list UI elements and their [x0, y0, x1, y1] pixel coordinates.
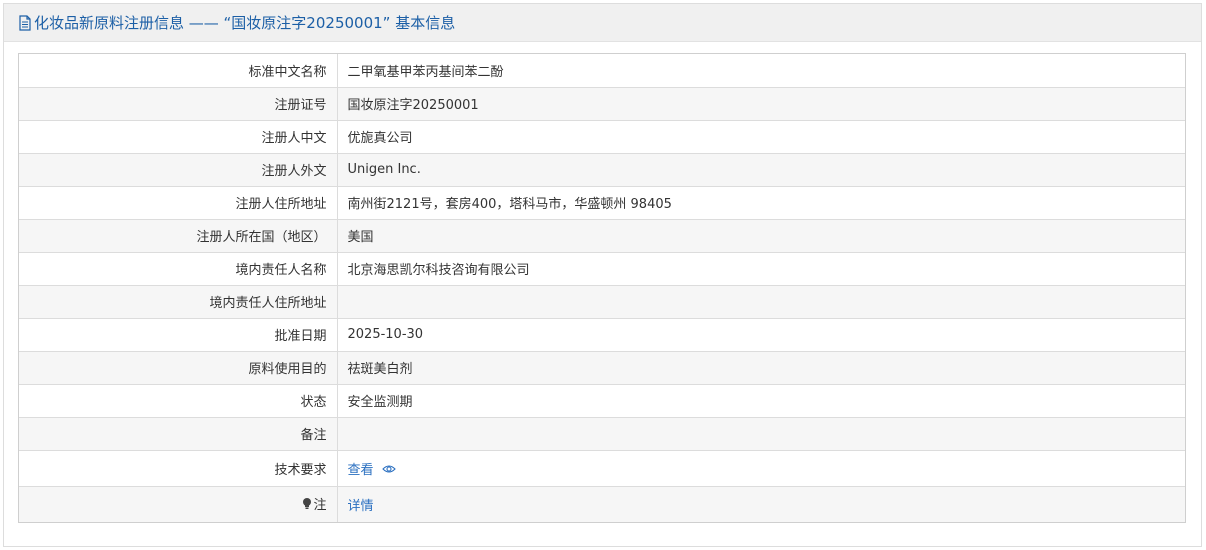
row-value: 查看 — [337, 450, 1185, 487]
lightbulb-icon — [302, 497, 312, 514]
row-value: 北京海思凯尔科技咨询有限公司 — [337, 252, 1185, 286]
table-row: 境内责任人住所地址 — [19, 285, 1185, 319]
row-value: 安全监测期 — [337, 384, 1185, 418]
view-link-label: 查看 — [347, 462, 374, 478]
table-row-note: 注 详情 — [19, 486, 1185, 522]
row-label: 注 — [19, 486, 338, 522]
table-row: 注册人外文 Unigen Inc. — [19, 153, 1185, 187]
details-link[interactable]: 详情 — [348, 499, 374, 514]
panel-header: 化妆品新原料注册信息 —— “国妆原注字20250001” 基本信息 — [4, 4, 1201, 42]
row-value: Unigen Inc. — [337, 153, 1185, 187]
table-row: 注册人所在国（地区） 美国 — [19, 219, 1185, 253]
eye-icon — [381, 463, 396, 478]
info-table: 标准中文名称 二甲氧基甲苯丙基间苯二酚 注册证号 国妆原注字20250001 注… — [18, 53, 1186, 523]
table-row: 原料使用目的 祛斑美白剂 — [19, 351, 1185, 385]
row-value: 二甲氧基甲苯丙基间苯二酚 — [337, 54, 1185, 88]
row-label: 注册人外文 — [19, 153, 338, 187]
row-label: 注册人中文 — [19, 120, 338, 154]
row-value: 国妆原注字20250001 — [337, 87, 1185, 121]
table-row: 境内责任人名称 北京海思凯尔科技咨询有限公司 — [19, 252, 1185, 286]
note-label: 注 — [313, 498, 327, 514]
view-tech-requirements-link[interactable]: 查看 — [348, 463, 396, 478]
table-row: 注册人中文 优旎真公司 — [19, 120, 1185, 154]
table-row-tech-requirements: 技术要求 查看 — [19, 450, 1185, 487]
table-row: 状态 安全监测期 — [19, 384, 1185, 418]
row-value: 祛斑美白剂 — [337, 351, 1185, 385]
row-label: 状态 — [19, 384, 338, 418]
row-label: 备注 — [19, 417, 338, 451]
page-title: 化妆品新原料注册信息 —— “国妆原注字20250001” 基本信息 — [34, 14, 456, 32]
row-label: 批准日期 — [19, 318, 338, 352]
info-panel: 化妆品新原料注册信息 —— “国妆原注字20250001” 基本信息 标准中文名… — [3, 3, 1202, 547]
row-value — [337, 417, 1185, 451]
row-value: 详情 — [337, 486, 1185, 522]
table-row: 标准中文名称 二甲氧基甲苯丙基间苯二酚 — [19, 54, 1185, 88]
row-label: 注册人住所地址 — [19, 186, 338, 220]
row-value: 2025-10-30 — [337, 318, 1185, 352]
row-value — [337, 285, 1185, 319]
row-label: 境内责任人名称 — [19, 252, 338, 286]
row-label: 注册证号 — [19, 87, 338, 121]
row-label: 技术要求 — [19, 450, 338, 487]
row-value: 优旎真公司 — [337, 120, 1185, 154]
row-value: 美国 — [337, 219, 1185, 253]
document-icon — [18, 14, 32, 31]
row-label: 注册人所在国（地区） — [19, 219, 338, 253]
table-row: 注册证号 国妆原注字20250001 — [19, 87, 1185, 121]
table-row: 备注 — [19, 417, 1185, 451]
table-row: 批准日期 2025-10-30 — [19, 318, 1185, 352]
table-row: 注册人住所地址 南州街2121号，套房400，塔科马市，华盛顿州 98405 — [19, 186, 1185, 220]
row-label: 境内责任人住所地址 — [19, 285, 338, 319]
row-value: 南州街2121号，套房400，塔科马市，华盛顿州 98405 — [337, 186, 1185, 220]
row-label: 原料使用目的 — [19, 351, 338, 385]
row-label: 标准中文名称 — [19, 54, 338, 88]
